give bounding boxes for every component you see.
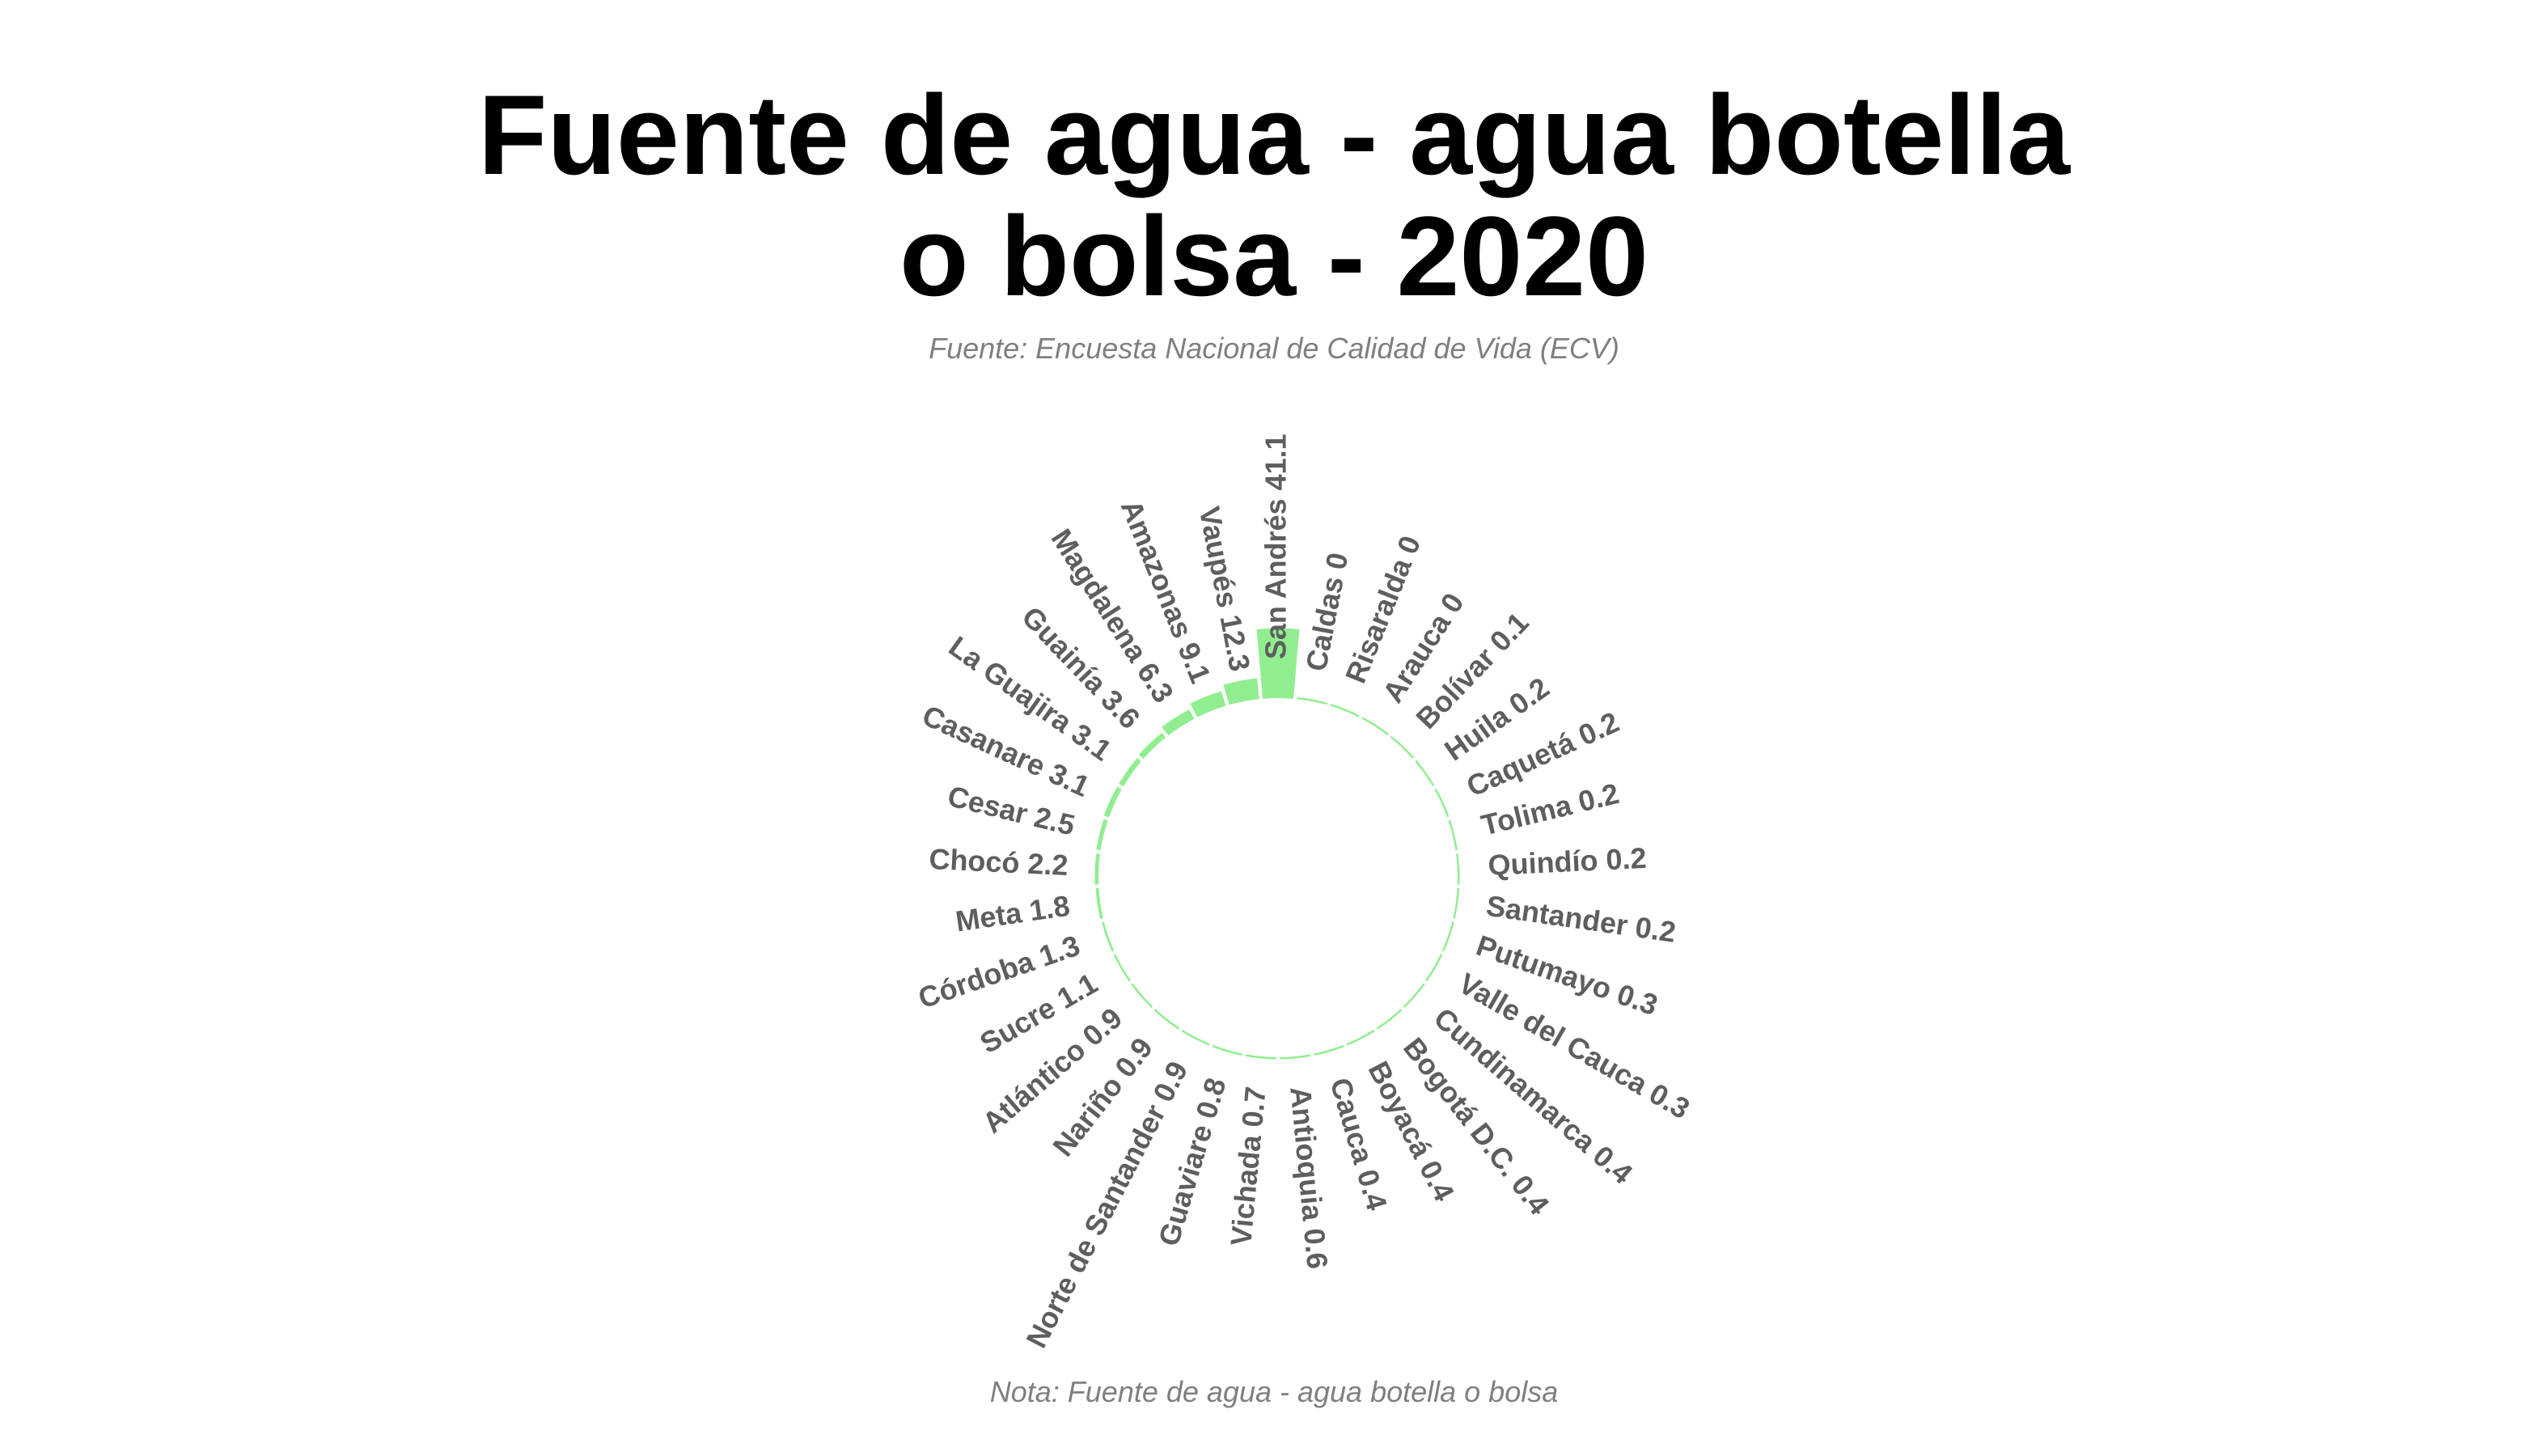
bar-cundinamarca: [1403, 983, 1425, 1008]
bar-quindio: [1456, 853, 1460, 885]
bar-label-meta: Meta 1.8: [954, 889, 1072, 938]
bar-vichada: [1245, 1054, 1276, 1060]
bar-casanare: [1103, 786, 1122, 818]
bar-boyaca: [1346, 1029, 1375, 1046]
bar-vaupes: [1223, 678, 1259, 705]
bar-choco: [1094, 853, 1100, 885]
bar-huila: [1415, 760, 1435, 787]
labels-group: San Andrés 41.1 Caldas 0Risaralda 0Arauca…: [914, 434, 1695, 1352]
bar-caqueta: [1434, 788, 1450, 818]
bar-cesar: [1096, 819, 1108, 851]
bar-valle-del-cauca: [1425, 954, 1443, 982]
bar-amazonas: [1190, 691, 1226, 717]
bar-label-san-andres: San Andrés 41.1: [1259, 434, 1293, 659]
bar-antioquia: [1280, 1054, 1311, 1060]
bar-tolima: [1448, 819, 1458, 851]
bar-la-guajira: [1119, 758, 1141, 787]
bar-cordoba: [1102, 921, 1115, 952]
bar-meta: [1095, 887, 1103, 920]
bar-bogota-d-c: [1376, 1009, 1403, 1030]
bar-narino: [1153, 1009, 1180, 1030]
bar-sucre: [1113, 954, 1131, 982]
bar-norte-de-santander: [1181, 1029, 1210, 1046]
bar-santander: [1453, 887, 1460, 919]
bar-risaralda: [1330, 704, 1360, 717]
chart-caption: Nota: Fuente de agua - agua botella o bo…: [989, 1375, 1559, 1408]
bar-guainia: [1138, 732, 1166, 760]
bar-cauca: [1314, 1044, 1344, 1056]
bar-atlantico: [1131, 983, 1153, 1008]
bar-label-antioquia: Antioquia 0.6: [1284, 1086, 1334, 1271]
circular-bar-chart: San Andrés 41.1 Caldas 0Risaralda 0Arauca…: [914, 434, 1695, 1352]
bar-bolivar: [1390, 735, 1415, 760]
bar-caldas: [1297, 696, 1328, 705]
bar-label-quindio: Quindío 0.2: [1488, 841, 1648, 882]
bar-magdalena: [1162, 709, 1195, 736]
bar-arauca: [1361, 717, 1390, 736]
bar-label-vichada: Vichada 0.7: [1224, 1086, 1272, 1247]
bar-guaviare: [1212, 1044, 1242, 1056]
bar-putumayo: [1441, 921, 1454, 952]
bar-label-choco: Chocó 2.2: [929, 842, 1069, 882]
